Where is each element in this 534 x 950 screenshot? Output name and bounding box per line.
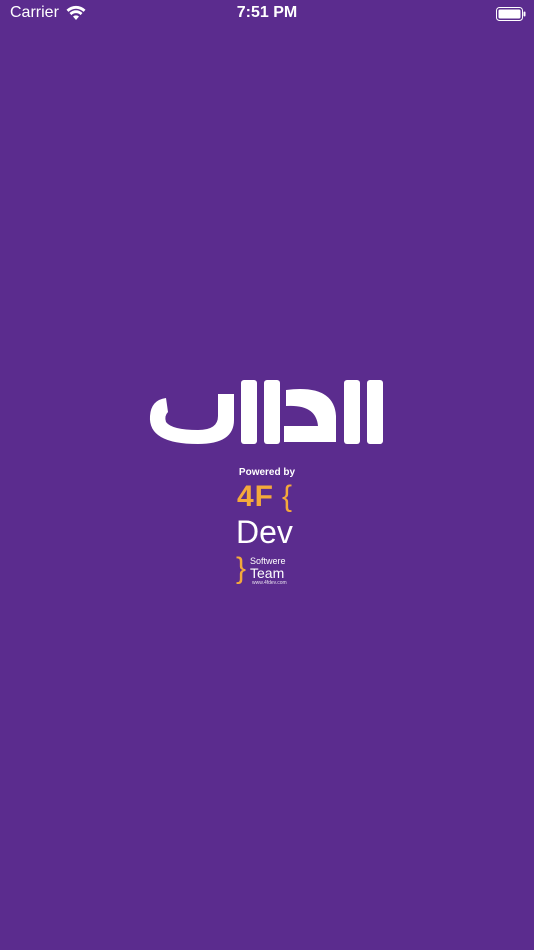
- brace-close-icon: }: [236, 552, 247, 585]
- brand-dev-text: Dev: [236, 514, 293, 550]
- brace-open-icon: {: [282, 480, 293, 513]
- powered-by-label: Powered by: [238, 467, 296, 478]
- app-logo: [149, 380, 383, 444]
- brand-4f-text: 4F: [237, 480, 275, 513]
- status-bar: Carrier 7:51 PM: [0, 0, 534, 28]
- developer-logo: 4F { Dev } Softwere Team www.4fdev.com: [232, 480, 302, 588]
- brand-url-text: www.4fdev.com: [252, 580, 287, 586]
- splash-screen: { "status_bar": { "carrier": "Carrier", …: [0, 0, 534, 950]
- battery-icon: [496, 7, 526, 21]
- brand-team-text: Team: [250, 565, 285, 581]
- status-time: 7:51 PM: [236, 4, 298, 21]
